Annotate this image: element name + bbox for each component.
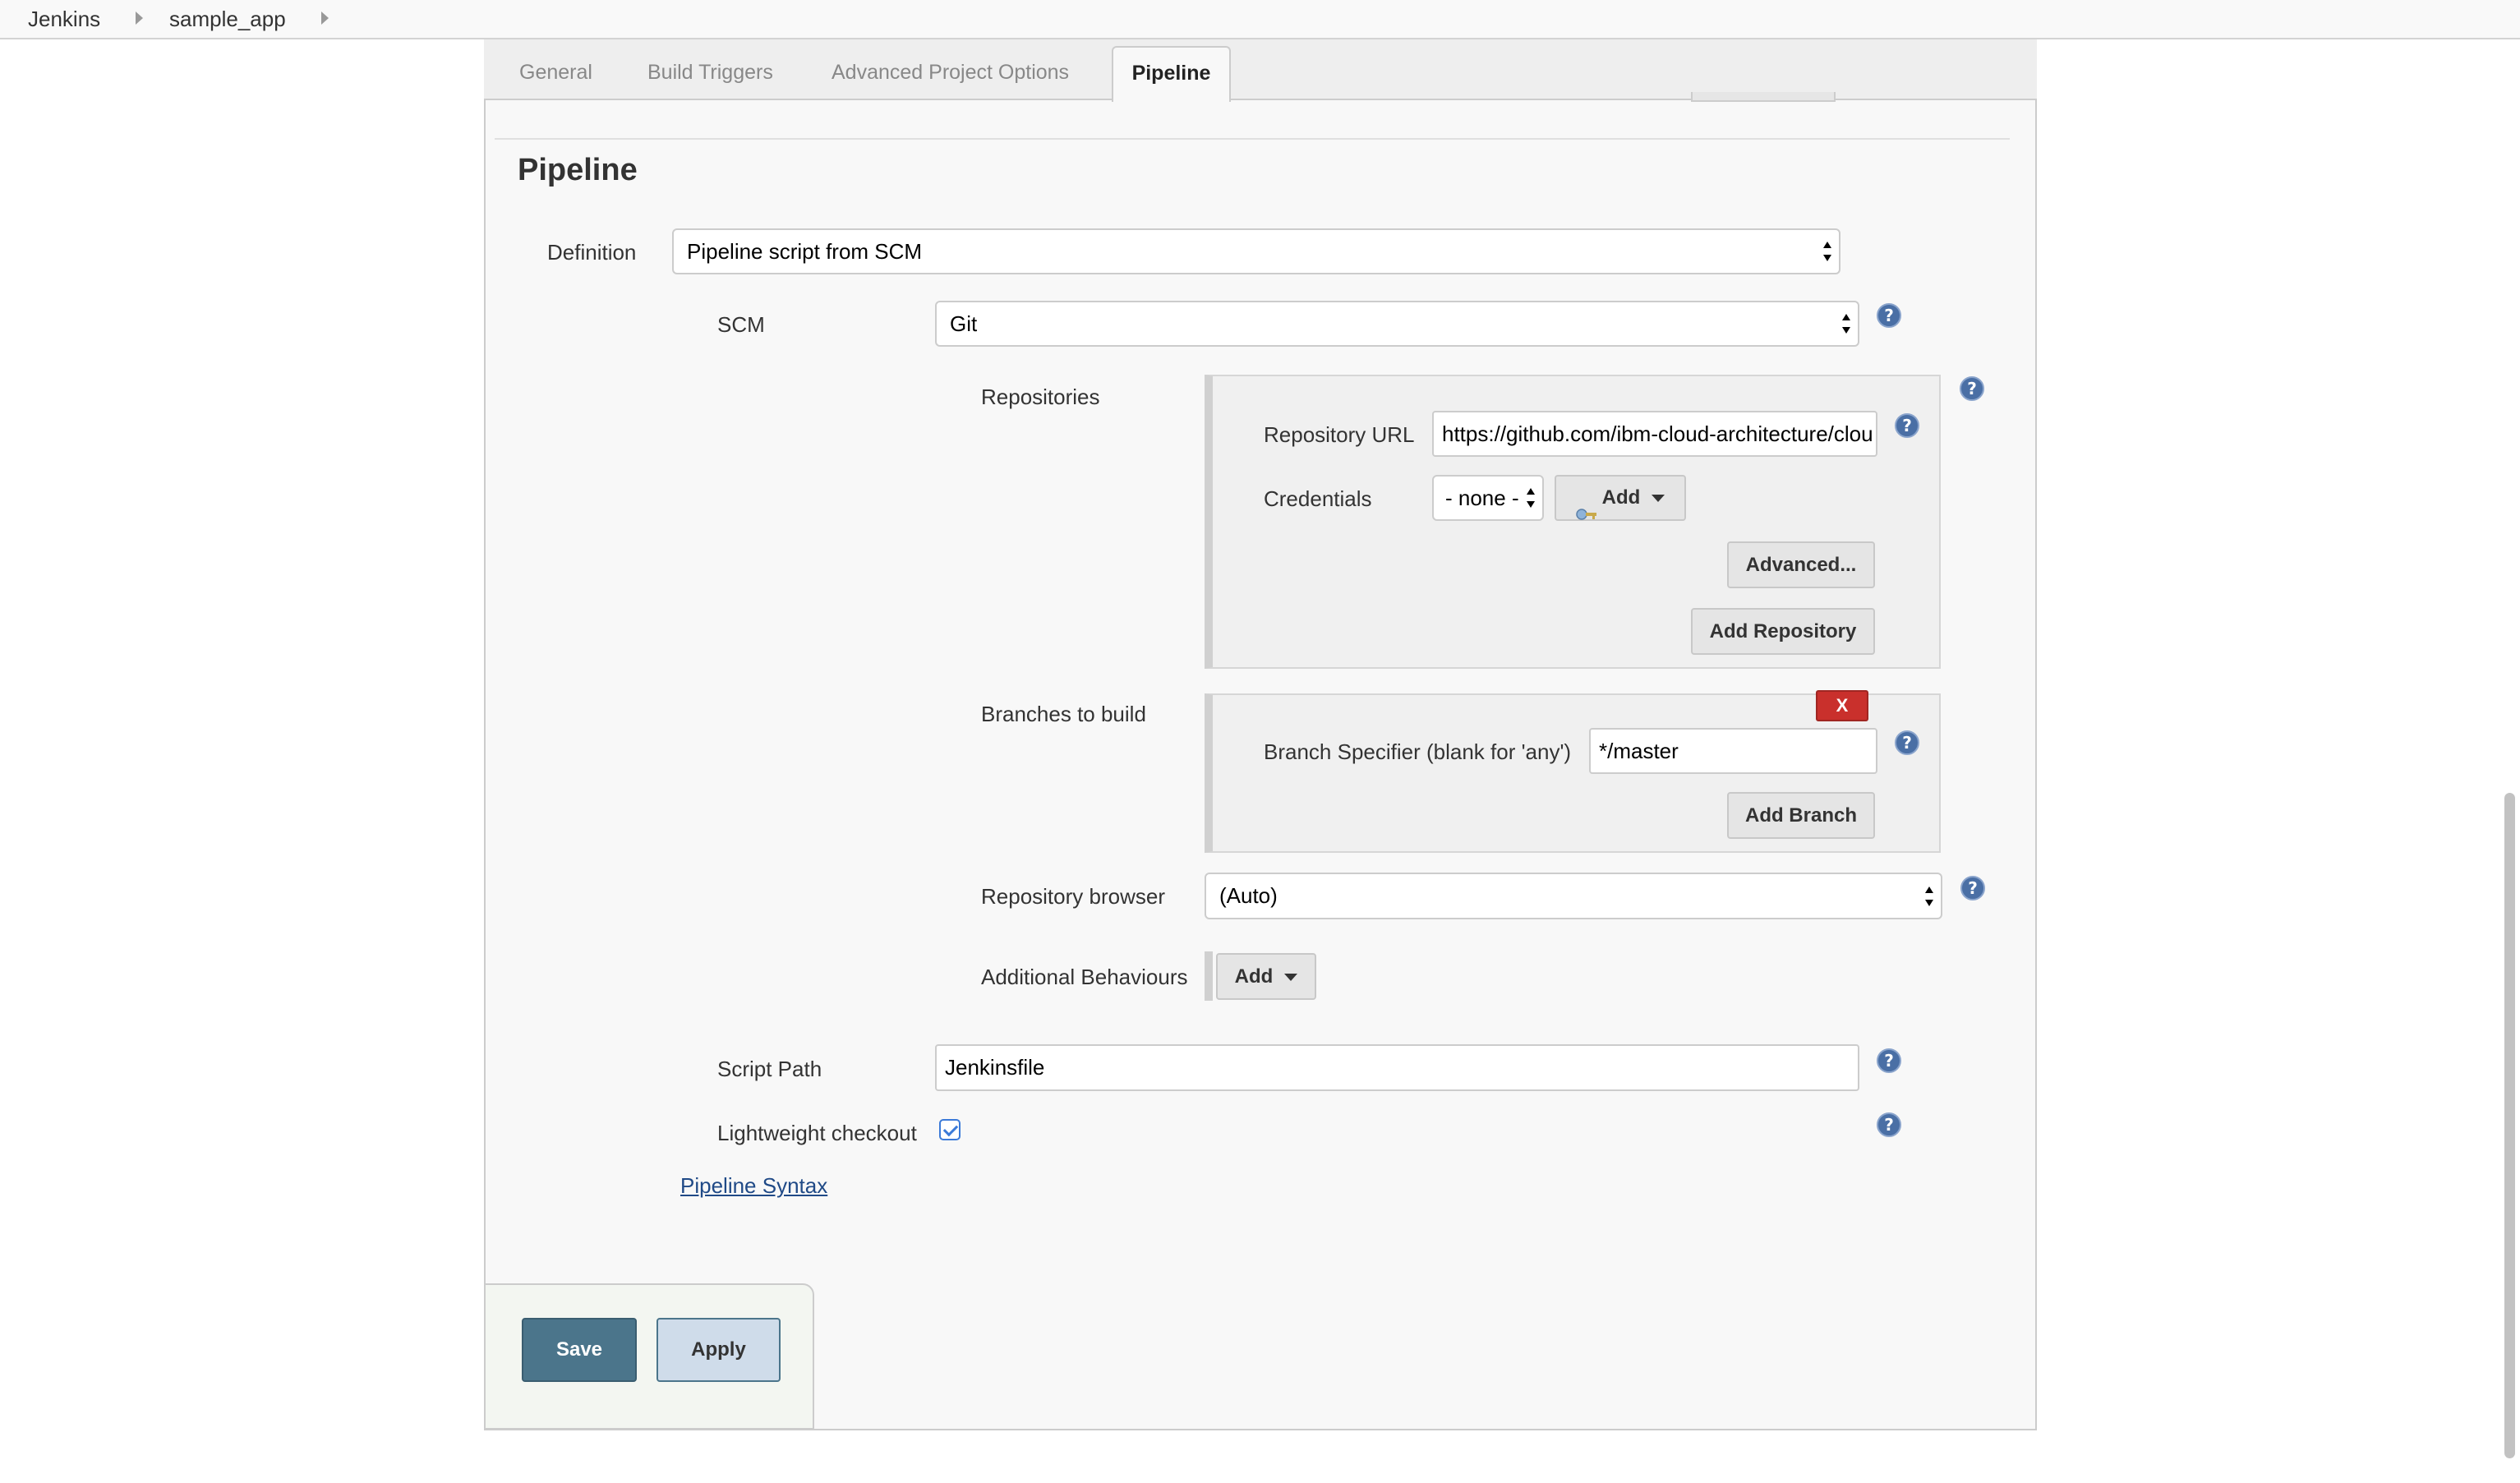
repository-browser-help-icon[interactable]: ? — [1960, 876, 1985, 900]
scm-label: SCM — [717, 312, 765, 337]
credentials-label: Credentials — [1264, 486, 1372, 511]
repository-url-help-icon[interactable]: ? — [1895, 413, 1919, 438]
behaviours-bar — [1205, 951, 1213, 1001]
add-credentials-label: Add — [1601, 486, 1641, 509]
apply-button[interactable]: Apply — [656, 1318, 781, 1382]
scm-help-icon[interactable]: ? — [1877, 303, 1901, 328]
repository-browser-select[interactable]: (Auto) — [1205, 873, 1942, 919]
branches-label: Branches to build — [981, 702, 1146, 726]
scm-select[interactable]: Git — [935, 301, 1859, 347]
repositories-help-icon[interactable]: ? — [1960, 376, 1984, 401]
pipeline-syntax-link[interactable]: Pipeline Syntax — [680, 1173, 827, 1199]
section-heading: Pipeline — [518, 153, 638, 187]
definition-label: Definition — [547, 240, 637, 265]
breadcrumb-separator-icon[interactable] — [321, 12, 329, 25]
partially-hidden-button[interactable] — [1691, 92, 1836, 102]
dropdown-caret-icon — [1284, 974, 1298, 982]
advanced-button[interactable]: Advanced... — [1727, 541, 1875, 588]
additional-behaviours-label: Additional Behaviours — [981, 965, 1188, 989]
repository-browser-label: Repository browser — [981, 884, 1165, 909]
select-arrows-icon — [1924, 886, 1934, 907]
vertical-scrollbar[interactable] — [2504, 793, 2515, 1458]
select-arrows-icon — [1526, 487, 1536, 509]
credentials-value: - none - — [1445, 486, 1519, 510]
script-path-label: Script Path — [717, 1057, 822, 1081]
dropdown-caret-icon — [1652, 495, 1665, 503]
script-path-help-icon[interactable]: ? — [1877, 1048, 1901, 1073]
branch-specifier-input[interactable]: */master — [1589, 728, 1877, 774]
save-button[interactable]: Save — [522, 1318, 637, 1382]
credentials-select[interactable]: - none - — [1432, 475, 1544, 521]
tab-bar: General Build Triggers Advanced Project … — [484, 39, 2037, 100]
key-icon — [1575, 493, 1597, 520]
branch-specifier-label: Branch Specifier (blank for 'any') — [1264, 739, 1572, 764]
lightweight-checkout-help-icon[interactable]: ? — [1877, 1112, 1901, 1137]
repository-url-label: Repository URL — [1264, 422, 1415, 447]
breadcrumb-sample-app[interactable]: sample_app — [169, 7, 286, 32]
select-arrows-icon — [1822, 241, 1832, 262]
scm-value: Git — [950, 311, 978, 336]
select-arrows-icon — [1841, 313, 1851, 334]
section-divider — [495, 138, 2010, 140]
definition-select[interactable]: Pipeline script from SCM — [672, 228, 1840, 274]
tab-build-triggers[interactable]: Build Triggers — [647, 61, 773, 85]
tab-advanced-project-options[interactable]: Advanced Project Options — [832, 61, 1069, 85]
tab-general[interactable]: General — [519, 61, 592, 85]
breadcrumb-jenkins[interactable]: Jenkins — [28, 7, 100, 32]
definition-value: Pipeline script from SCM — [687, 239, 923, 264]
tab-pipeline[interactable]: Pipeline — [1112, 46, 1231, 102]
repositories-label: Repositories — [981, 385, 1100, 409]
breadcrumb-separator-icon[interactable] — [136, 12, 143, 25]
lightweight-checkout-checkbox[interactable] — [939, 1119, 961, 1140]
add-behaviour-button[interactable]: Add — [1216, 953, 1316, 1000]
add-repository-button[interactable]: Add Repository — [1691, 608, 1875, 655]
repository-url-input[interactable]: https://github.com/ibm-cloud-architectur… — [1432, 411, 1877, 457]
add-credentials-button[interactable]: Add — [1555, 475, 1686, 521]
add-branch-button[interactable]: Add Branch — [1727, 792, 1875, 839]
script-path-input[interactable]: Jenkinsfile — [935, 1044, 1859, 1091]
delete-branch-button[interactable]: X — [1816, 690, 1868, 721]
add-behaviour-label: Add — [1234, 965, 1274, 988]
breadcrumb-bar: Jenkins sample_app — [0, 0, 2520, 39]
lightweight-checkout-label: Lightweight checkout — [717, 1121, 917, 1145]
branch-specifier-help-icon[interactable]: ? — [1895, 730, 1919, 755]
repository-browser-value: (Auto) — [1219, 883, 1278, 908]
